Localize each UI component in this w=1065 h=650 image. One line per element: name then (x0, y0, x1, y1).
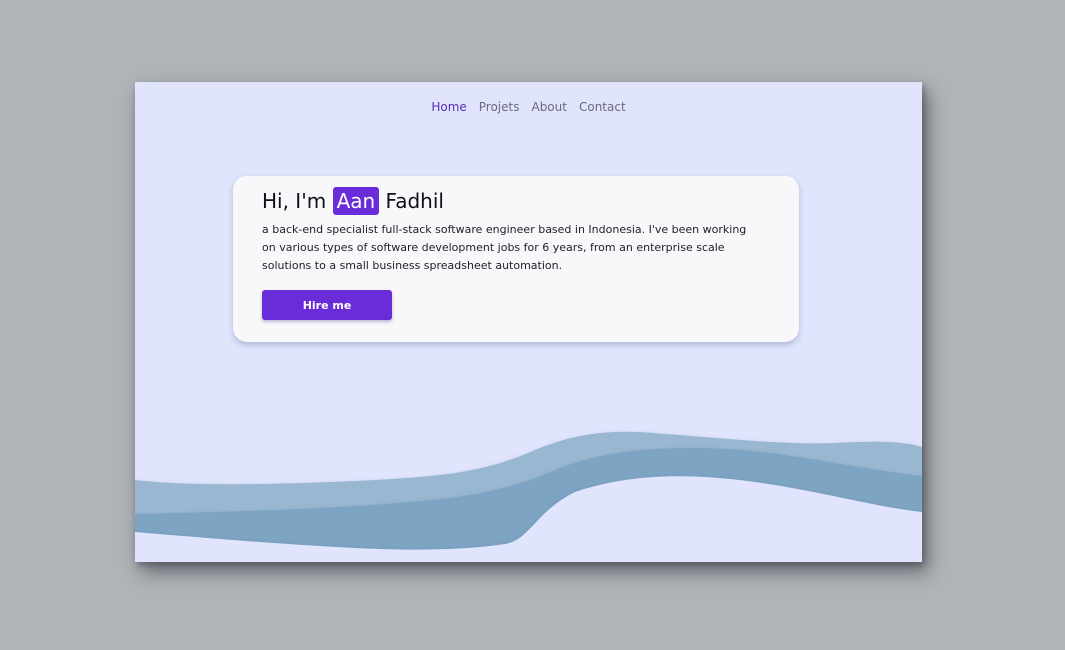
screenshot-stage: Home Projets About Contact Hi, I'm Aan F… (0, 0, 1065, 650)
decorative-waves (135, 431, 922, 562)
browser-viewport: Home Projets About Contact Hi, I'm Aan F… (135, 82, 922, 562)
